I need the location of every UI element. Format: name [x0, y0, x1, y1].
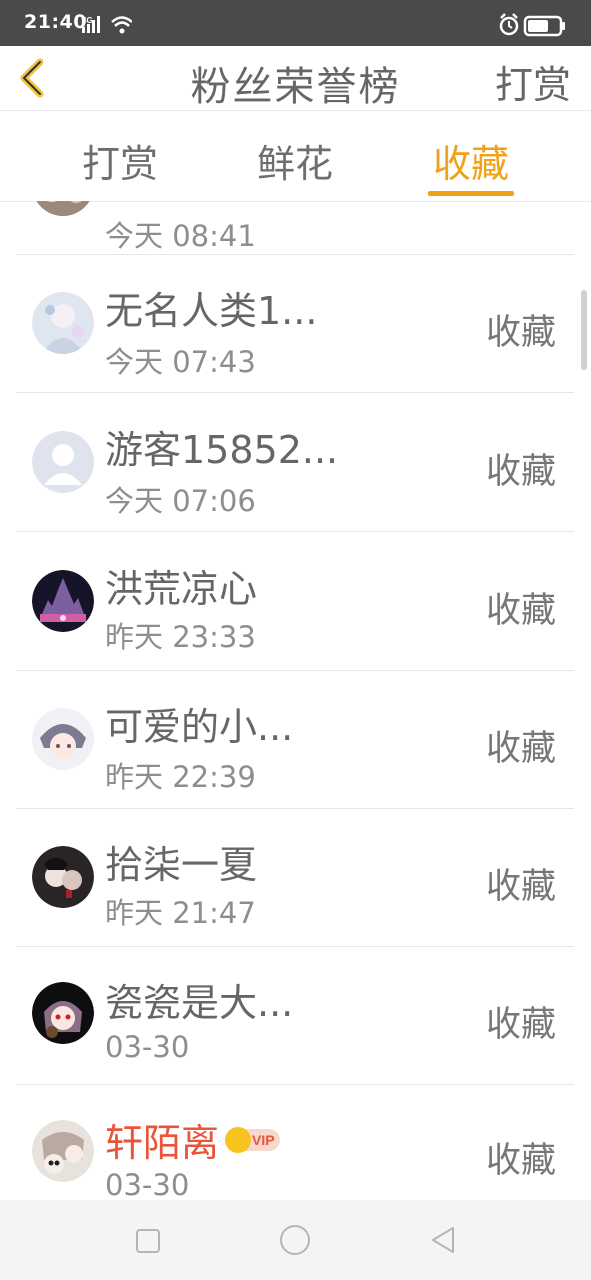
list-item[interactable]: 洪荒凉心 昨天 23:33 收藏 [16, 532, 574, 671]
list-item-name: 洪荒凉心 [105, 567, 258, 611]
triangle-back-icon[interactable] [429, 1226, 457, 1254]
square-icon[interactable] [135, 1228, 161, 1254]
list-item[interactable]: 无名人类1... 今天 07:43 收藏 [16, 254, 574, 393]
avatar [32, 570, 94, 632]
list-item-type: 收藏 [485, 591, 556, 631]
alarm-icon [499, 13, 519, 36]
vip-badge-label: VIP [252, 1131, 275, 1148]
vip-user-name: 轩陌离 [105, 1121, 220, 1165]
list-item-time: 昨天 23:33 [105, 620, 256, 654]
list-item[interactable]: 可爱的小... 昨天 22:39 收藏 [16, 670, 574, 809]
list-item-type: 收藏 [485, 1141, 556, 1181]
tab-flowers[interactable]: 鲜花 [235, 133, 355, 188]
vip-badge: VIP [225, 1126, 281, 1153]
status-right-icons [499, 13, 565, 37]
tab-collect[interactable]: 收藏 [411, 133, 531, 188]
list-item-time: 昨天 21:47 [105, 896, 256, 930]
avatar [32, 708, 94, 770]
list-item-type: 收藏 [485, 452, 556, 492]
tab-reward[interactable]: 打赏 [60, 133, 180, 188]
default-user-avatar-icon [32, 431, 94, 493]
crown-icon [225, 1126, 252, 1153]
tab-bar: 打赏 鲜花 收藏 [0, 111, 591, 202]
list-item-type: 收藏 [485, 313, 556, 353]
avatar [32, 982, 94, 1044]
reward-button[interactable]: 打赏 [495, 54, 571, 109]
avatar [32, 846, 94, 908]
list-item-type: 收藏 [485, 729, 556, 769]
list-item-time: 03-30 [105, 1030, 190, 1064]
ranking-list[interactable]: 今天 08:41 无名人类1... 今天 07:43 收藏 游客15852...… [0, 201, 591, 1200]
avatar [32, 1120, 94, 1182]
top-nav-bar: 粉丝荣誉榜 打赏 [0, 46, 591, 111]
list-item[interactable]: 拾柒一夏 昨天 21:47 收藏 [16, 808, 574, 947]
list-item-time: 03-30 [105, 1168, 190, 1200]
list-item[interactable]: 瓷瓷是大... 03-30 收藏 [16, 946, 574, 1085]
list-item-time: 今天 07:06 [105, 484, 256, 518]
tab-active-indicator [428, 191, 514, 196]
list-item-name: 瓷瓷是大... [105, 981, 294, 1025]
battery-icon [523, 15, 565, 37]
list-item-type: 收藏 [485, 867, 556, 907]
status-time: 21:40 [24, 11, 87, 33]
list-item-time: 今天 08:41 [105, 219, 256, 253]
network-type-label: 4G [82, 16, 93, 25]
circle-icon[interactable] [279, 1224, 311, 1256]
list-item-type: 收藏 [485, 1005, 556, 1045]
list-item-name: 轩陌离 VIP [105, 1112, 281, 1167]
list-item-name: 游客15852... [105, 428, 339, 472]
list-item[interactable]: 轩陌离 VIP 03-30 收藏 [16, 1084, 574, 1200]
list-item[interactable]: 游客15852... 今天 07:06 收藏 [16, 393, 574, 532]
system-nav-bar [0, 1200, 591, 1280]
list-item-name: 无名人类1... [105, 289, 318, 333]
signal-icon: 4G [82, 16, 132, 34]
list-item[interactable]: 今天 08:41 [16, 201, 574, 255]
list-item-name: 拾柒一夏 [105, 843, 258, 887]
scrollbar[interactable] [581, 290, 587, 370]
list-item-time: 今天 07:43 [105, 345, 256, 379]
avatar [32, 201, 94, 216]
list-item-name: 可爱的小... [105, 705, 294, 749]
avatar [32, 292, 94, 354]
status-bar: 21:40 4G [0, 0, 591, 46]
list-item-time: 昨天 22:39 [105, 760, 256, 794]
